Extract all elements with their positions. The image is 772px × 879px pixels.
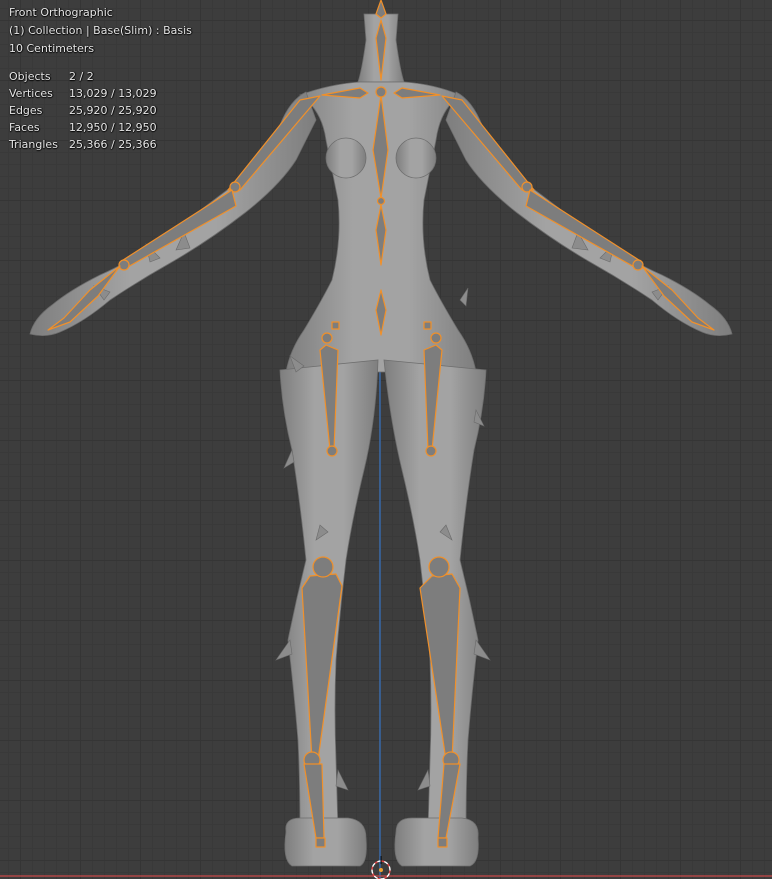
mesh-breast-left: [325, 137, 367, 179]
stat-label: Edges: [9, 104, 43, 117]
bone-pelvis-marker-right: [423, 321, 432, 330]
mesh-foot-left: [284, 817, 367, 867]
bone-joint-wrist-left: [118, 259, 130, 271]
stat-label: Objects: [9, 70, 51, 83]
bone-toe-left: [315, 837, 326, 848]
stat-value: 13,029 / 13,029: [69, 87, 157, 100]
view-name: Front Orthographic: [9, 6, 113, 19]
stat-row-faces: Faces 12,950 / 12,950: [9, 119, 192, 136]
stat-value: 25,920 / 25,920: [69, 104, 157, 117]
bone-joint-chest: [376, 196, 386, 206]
bone-joint-knee-upper-right: [425, 445, 437, 457]
viewport-info-overlay: Front Orthographic (1) Collection | Base…: [9, 4, 192, 153]
stat-row-triangles: Triangles 25,366 / 25,366: [9, 136, 192, 153]
collection-info: (1) Collection | Base(Slim) : Basis: [9, 24, 192, 37]
bone-joint-knee-left: [312, 556, 334, 578]
stat-label: Faces: [9, 121, 40, 134]
bone-toe-right: [437, 837, 448, 848]
bone-joint-knee-upper-left: [326, 445, 338, 457]
scene-statistics: Objects 2 / 2 Vertices 13,029 / 13,029 E…: [9, 68, 192, 153]
bone-pelvis-marker-left: [331, 321, 340, 330]
stat-row-vertices: Vertices 13,029 / 13,029: [9, 85, 192, 102]
bone-joint-wrist-right: [632, 259, 644, 271]
3d-viewport[interactable]: Front Orthographic (1) Collection | Base…: [0, 0, 772, 879]
bone-joint-neck: [375, 86, 387, 98]
mesh-breast-right: [395, 137, 437, 179]
stat-row-edges: Edges 25,920 / 25,920: [9, 102, 192, 119]
stat-value: 2 / 2: [69, 70, 94, 83]
bone-joint-hip-right: [430, 332, 442, 344]
bone-head: [375, 0, 387, 19]
stat-label: Vertices: [9, 87, 53, 100]
mesh-arm-right: [445, 91, 733, 336]
bone-joint-hip-left: [321, 332, 333, 344]
grid-scale: 10 Centimeters: [9, 42, 95, 55]
stat-label: Triangles: [9, 138, 58, 151]
stat-value: 25,366 / 25,366: [69, 138, 157, 151]
stat-value: 12,950 / 12,950: [69, 121, 157, 134]
mesh-foot-right: [394, 817, 479, 867]
bone-joint-knee-right: [428, 556, 450, 578]
stat-row-objects: Objects 2 / 2: [9, 68, 192, 85]
